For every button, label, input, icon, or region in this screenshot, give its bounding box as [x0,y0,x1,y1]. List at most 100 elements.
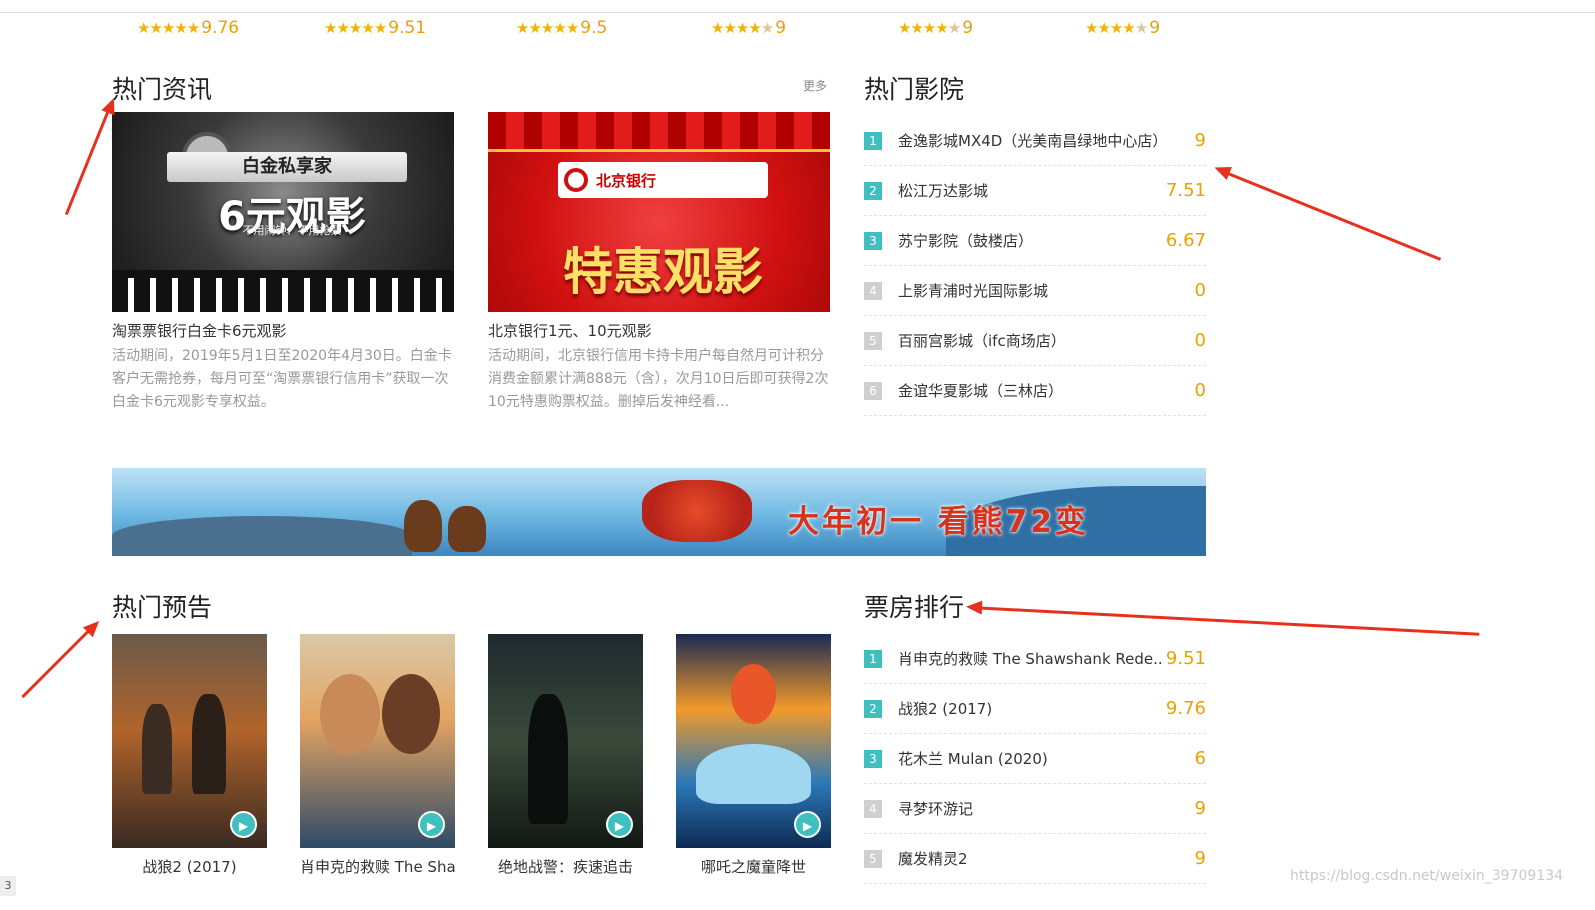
annotation-arrow-icon [21,622,98,699]
cinemas-section-title: 热门影院 [864,75,965,104]
corner-label: 3 [0,876,16,896]
movie-poster[interactable]: ▶ [112,634,267,848]
film-strip-icon [112,270,454,312]
cinema-name[interactable]: 百丽宫影城（ifc商场店） [898,330,1191,351]
news-section-title: 热门资讯 [112,75,213,104]
list-item[interactable]: 5 魔发精灵2 9 [864,834,1206,884]
play-icon[interactable]: ▶ [418,811,445,838]
trailer-title[interactable]: 绝地战警：疾速追击 [488,856,643,877]
annotation-arrow-icon [969,606,1480,636]
banner-hill-decoration [112,516,412,556]
rank-badge: 1 [864,649,882,668]
news-card[interactable]: 北京银行 特惠观影 北京银行1元、10元观影 活动期间，北京银行信用卡持卡用户每… [488,112,830,414]
trailer-card[interactable]: ▶ 绝地战警：疾速追击 [488,634,643,877]
rank-badge: 6 [864,381,882,400]
star-rating-icon: ★ ★ ★ ★ ★ [324,18,387,37]
movie-name[interactable]: 战狼2 (2017) [898,698,1162,719]
trailer-title[interactable]: 哪吒之魔童降世 [676,856,831,877]
poster-figure [142,704,172,794]
news-more-link[interactable]: 更多 [803,77,827,94]
boxoffice-list: 1 肖申克的救赎 The Shawshank Rede... 9.51 2 战狼… [864,634,1206,884]
rating-score: 9 [1149,18,1161,38]
rank-badge: 3 [864,231,882,250]
play-icon[interactable]: ▶ [794,811,821,838]
star-rating-icon: ★ ★ ★ ★ ★ [898,18,961,37]
cinema-score: 7.51 [1165,180,1206,201]
trailer-card[interactable]: ▶ 哪吒之魔童降世 [676,634,831,877]
bank-logo-icon [564,168,588,192]
cinema-score: 0 [1194,280,1206,301]
list-item[interactable]: 2 松江万达影城 7.51 [864,166,1206,216]
movie-name[interactable]: 花木兰 Mulan (2020) [898,748,1191,769]
banner-slogan: 大年初一 看熊72变 [788,504,1089,540]
rating-item: ★ ★ ★ ★ ★ 9 [898,18,973,38]
cinema-score: 0 [1194,380,1206,401]
rating-score: 9 [962,18,974,38]
movie-name[interactable]: 寻梦环游记 [898,798,1191,819]
list-item[interactable]: 3 花木兰 Mulan (2020) 6 [864,734,1206,784]
news-card[interactable]: 白金私享家 6元观影 不用闹钟、不用抢票 淘票票银行白金卡6元观影 活动期间，2… [112,112,454,414]
cinema-name[interactable]: 苏宁影院（鼓楼店） [898,230,1162,251]
curtain-decoration [488,112,830,152]
promo-banner[interactable]: 大年初一 看熊72变 [112,468,1206,556]
trailer-card[interactable]: ▶ 战狼2 (2017) [112,634,267,877]
list-item[interactable]: 6 金谊华夏影城（三林店） 0 [864,366,1206,416]
movie-poster[interactable]: ▶ [300,634,455,848]
poster-figure [382,674,440,754]
movie-score: 6 [1194,748,1206,769]
poster-figure [731,664,776,724]
rank-badge: 5 [864,331,882,350]
list-item[interactable]: 4 上影青浦时光国际影城 0 [864,266,1206,316]
cinema-name[interactable]: 松江万达影城 [898,180,1162,201]
star-rating-icon: ★ ★ ★ ★ ★ [137,18,200,37]
movie-poster[interactable]: ▶ [488,634,643,848]
list-item[interactable]: 3 苏宁影院（鼓楼店） 6.67 [864,216,1206,266]
poster-figure [192,694,226,794]
news-title[interactable]: 北京银行1元、10元观影 [488,320,830,341]
bear-icon [404,500,442,552]
rank-badge: 2 [864,181,882,200]
list-item[interactable]: 1 金逸影城MX4D（光美南昌绿地中心店） 9 [864,116,1206,166]
movie-name[interactable]: 肖申克的救赎 The Shawshank Rede... [898,648,1162,669]
list-item[interactable]: 1 肖申克的救赎 The Shawshank Rede... 9.51 [864,634,1206,684]
trailer-card[interactable]: ▶ 肖申克的救赎 The Shawshank Redemption [300,634,455,877]
news-image-ribbon: 白金私享家 [167,152,407,182]
news-title[interactable]: 淘票票银行白金卡6元观影 [112,320,454,341]
poster-figure [528,694,568,824]
rating-item: ★ ★ ★ ★ ★ 9.5 [516,18,607,38]
list-item[interactable]: 5 百丽宫影城（ifc商场店） 0 [864,316,1206,366]
annotation-arrow-icon [64,100,114,216]
rank-badge: 2 [864,699,882,718]
annotation-arrow-icon [1217,168,1442,261]
cinema-name[interactable]: 上影青浦时光国际影城 [898,280,1191,301]
movie-score: 9.51 [1165,648,1206,669]
rating-item: ★ ★ ★ ★ ★ 9 [711,18,786,38]
cinema-score: 6.67 [1165,230,1206,251]
cinema-list: 1 金逸影城MX4D（光美南昌绿地中心店） 9 2 松江万达影城 7.51 3 … [864,116,1206,416]
play-icon[interactable]: ▶ [230,811,257,838]
cinema-score: 0 [1194,330,1206,351]
play-icon[interactable]: ▶ [606,811,633,838]
movie-logo [642,480,752,542]
list-item[interactable]: 4 寻梦环游记 9 [864,784,1206,834]
news-image[interactable]: 北京银行 特惠观影 [488,112,830,312]
news-description: 活动期间，北京银行信用卡持卡用户每自然月可计积分消费金额累计满888元（含），次… [488,348,829,410]
list-item[interactable]: 2 战狼2 (2017) 9.76 [864,684,1206,734]
movie-poster[interactable]: ▶ [676,634,831,848]
movie-name[interactable]: 魔发精灵2 [898,848,1191,869]
movie-score: 9.76 [1165,698,1206,719]
bank-logo: 北京银行 [558,162,768,198]
trailer-title[interactable]: 战狼2 (2017) [112,856,267,877]
rating-item: ★ ★ ★ ★ ★ 9 [1085,18,1160,38]
rating-score: 9.51 [388,18,427,38]
rating-item: ★ ★ ★ ★ ★ 9.51 [324,18,426,38]
rating-item: ★ ★ ★ ★ ★ 9.76 [137,18,239,38]
cinema-name[interactable]: 金逸影城MX4D（光美南昌绿地中心店） [898,130,1191,151]
cinema-name[interactable]: 金谊华夏影城（三林店） [898,380,1191,401]
star-rating-icon: ★ ★ ★ ★ ★ [516,18,579,37]
rank-badge: 3 [864,749,882,768]
star-rating-icon: ★ ★ ★ ★ ★ [711,18,774,37]
trailer-title[interactable]: 肖申克的救赎 The Shawshank Redemption [300,856,455,877]
top-divider [0,12,1595,13]
news-image[interactable]: 白金私享家 6元观影 不用闹钟、不用抢票 [112,112,454,312]
